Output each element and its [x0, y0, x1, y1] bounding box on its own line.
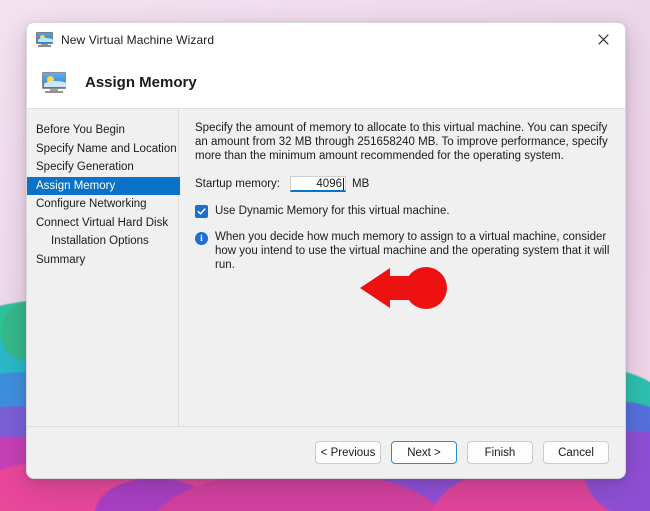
sidebar-item-assign-memory[interactable]: Assign Memory [27, 176, 180, 195]
finish-button[interactable]: Finish [467, 441, 533, 464]
description-text: Specify the amount of memory to allocate… [195, 122, 608, 162]
previous-button[interactable]: < Previous [315, 441, 381, 464]
dynamic-memory-label: Use Dynamic Memory for this virtual mach… [215, 205, 450, 218]
sidebar-item-before-you-begin[interactable]: Before You Begin [27, 121, 178, 140]
desktop-wallpaper: New Virtual Machine Wizard Assign Memory… [0, 0, 650, 511]
window-titlebar: New Virtual Machine Wizard [27, 23, 625, 56]
cancel-button[interactable]: Cancel [543, 441, 609, 464]
sidebar-item-configure-networking[interactable]: Configure Networking [27, 195, 178, 214]
startup-memory-value: 4096 [316, 177, 342, 190]
new-virtual-machine-wizard-window: New Virtual Machine Wizard Assign Memory… [26, 22, 626, 479]
dynamic-memory-checkbox[interactable] [195, 204, 208, 218]
window-title: New Virtual Machine Wizard [61, 32, 215, 47]
startup-memory-label: Startup memory: [195, 178, 280, 191]
page-header: Assign Memory [27, 56, 625, 108]
dynamic-memory-row[interactable]: Use Dynamic Memory for this virtual mach… [195, 204, 611, 218]
next-button[interactable]: Next > [391, 441, 457, 464]
sidebar-item-summary[interactable]: Summary [27, 251, 178, 270]
startup-memory-unit: MB [352, 178, 370, 191]
text-caret [343, 177, 344, 190]
sidebar-item-installation-options[interactable]: Installation Options [27, 232, 178, 251]
sidebar-item-specify-name-and-location[interactable]: Specify Name and Location [27, 140, 178, 159]
startup-memory-input[interactable]: 4096 [290, 176, 346, 193]
info-note: i When you decide how much memory to ass… [195, 231, 611, 272]
sidebar-item-specify-generation[interactable]: Specify Generation [27, 158, 178, 177]
info-icon: i [195, 232, 208, 246]
wizard-footer: < Previous Next > Finish Cancel [27, 426, 625, 478]
wizard-content-panel: Specify the amount of memory to allocate… [179, 109, 625, 426]
wizard-step-sidebar: Before You Begin Specify Name and Locati… [27, 109, 180, 426]
info-note-text: When you decide how much memory to assig… [215, 231, 610, 271]
startup-memory-row: Startup memory: 4096 MB [195, 176, 611, 193]
page-title: Assign Memory [85, 73, 197, 91]
virtual-machine-monitor-icon [36, 32, 53, 47]
virtual-machine-monitor-icon [42, 71, 66, 93]
wizard-body: Before You Begin Specify Name and Locati… [27, 108, 625, 426]
close-icon[interactable] [581, 23, 625, 56]
sidebar-item-connect-virtual-hard-disk[interactable]: Connect Virtual Hard Disk [27, 214, 178, 233]
